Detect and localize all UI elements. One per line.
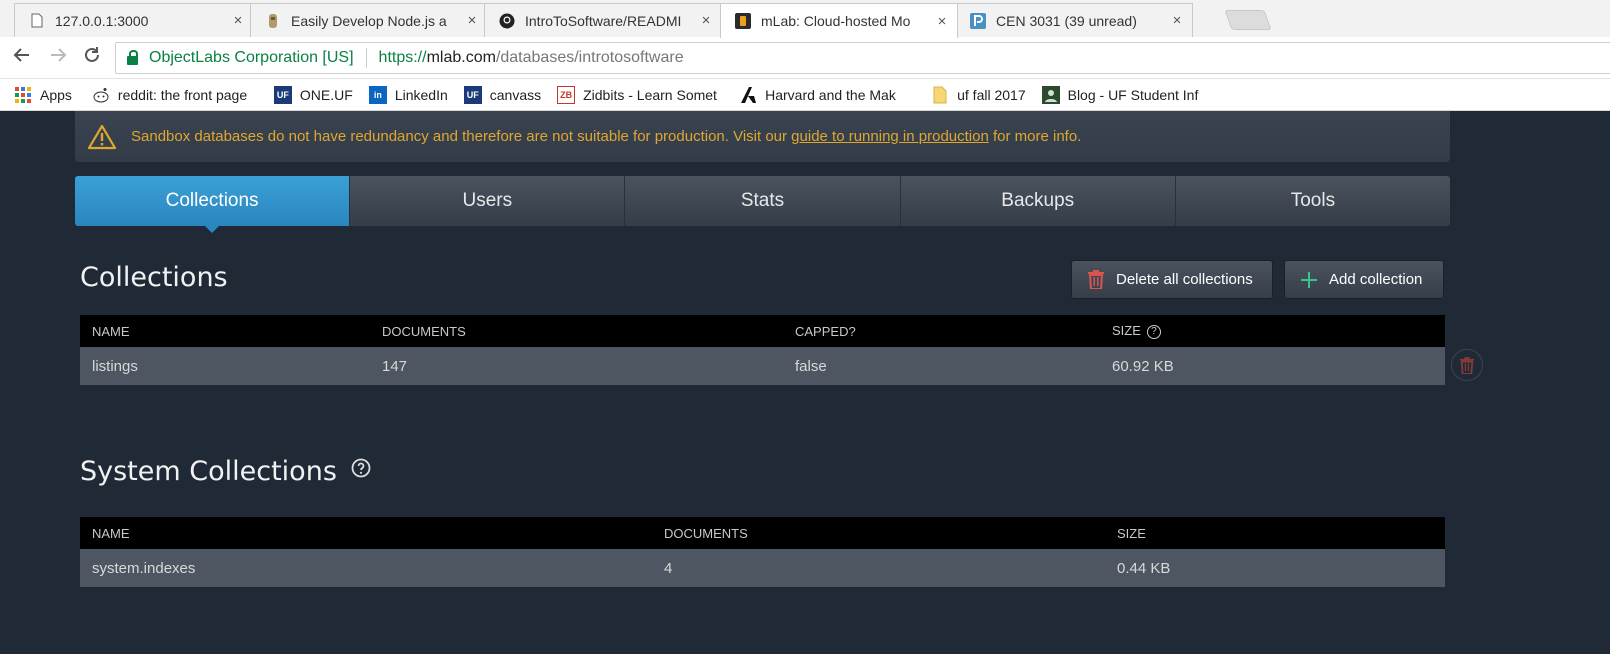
oneuf-icon: UF (273, 85, 292, 104)
system-collections-table: NAME DOCUMENTS SIZE system.indexes 4 0.4… (80, 517, 1445, 587)
production-guide-link[interactable]: guide to running in production (791, 128, 989, 145)
column-header-name[interactable]: NAME (80, 517, 652, 549)
forward-button[interactable] (46, 46, 70, 70)
url-path: /databases/introtosoftware (495, 49, 684, 66)
help-icon[interactable] (351, 458, 371, 478)
reload-button[interactable] (80, 46, 104, 70)
plus-icon (1301, 271, 1317, 288)
collections-table: NAME DOCUMENTS CAPPED? SIZE? listings 14… (80, 315, 1445, 385)
tab-stats[interactable]: Stats (624, 176, 899, 226)
collection-size: 0.44 KB (1117, 559, 1171, 577)
column-header-size[interactable]: SIZE? (1100, 315, 1445, 347)
trash-icon (1088, 270, 1104, 289)
close-icon[interactable]: × (223, 12, 253, 29)
back-arrow-icon (13, 48, 29, 62)
table-row[interactable]: system.indexes 4 0.44 KB (80, 549, 1445, 587)
url-scheme: https:// (378, 49, 427, 66)
close-icon[interactable]: × (1162, 12, 1192, 29)
reload-icon (85, 47, 99, 62)
collection-documents: 4 (664, 559, 673, 577)
system-collections-heading: System Collections (80, 456, 371, 487)
linkedin-icon: in (368, 85, 387, 104)
help-icon[interactable]: ? (1146, 325, 1161, 339)
bookmark-reddit[interactable]: reddit: the front page (92, 86, 258, 104)
zidbits-icon: ZB (557, 85, 576, 104)
add-collection-button[interactable]: Add collection (1284, 260, 1444, 299)
url-host: mlab.com (426, 49, 496, 66)
uf-icon: UF (463, 85, 482, 104)
browser-tab-localhost[interactable]: 127.0.0.1:3000 × (14, 3, 254, 37)
table-row[interactable]: listings 147 false 60.92 KB (80, 347, 1445, 385)
browser-tab-github[interactable]: IntroToSoftware/READMI × (484, 3, 722, 37)
browser-tab-mlab[interactable]: mLab: Cloud-hosted Mo × (720, 3, 958, 38)
warning-text: Sandbox databases do not have redundancy… (131, 128, 1082, 145)
tab-collections[interactable]: Collections (75, 176, 350, 233)
blog-icon (1041, 85, 1060, 104)
harvard-icon (739, 86, 757, 104)
bookmark-canvass[interactable]: UF canvass (463, 85, 541, 104)
delete-all-collections-button[interactable]: Delete all collections (1071, 260, 1273, 299)
system-collections-header-row: NAME DOCUMENTS SIZE (80, 517, 1445, 549)
address-separator (365, 48, 367, 68)
bookmarks-bar: Apps reddit: the front page UF ONE.UF in… (0, 79, 1610, 111)
collection-name[interactable]: system.indexes (80, 549, 652, 587)
bookmark-apps[interactable]: Apps (14, 86, 72, 104)
bookmark-harvard[interactable]: Harvard and the Mak (739, 86, 919, 104)
column-header-name[interactable]: NAME (80, 315, 370, 347)
tab-users[interactable]: Users (349, 176, 624, 226)
tab-backups[interactable]: Backups (899, 176, 1175, 226)
bookmark-uf-fall-2017[interactable]: uf fall 2017 (931, 86, 1026, 104)
collection-size: 60.92 KB (1112, 357, 1174, 375)
sandbox-warning-banner: Sandbox databases do not have redundancy… (75, 111, 1450, 162)
trash-icon (1460, 356, 1474, 374)
github-icon (499, 13, 515, 29)
collections-heading: Collections (80, 262, 228, 293)
back-button[interactable] (10, 46, 34, 70)
node-icon (265, 13, 281, 29)
warning-icon (87, 124, 117, 149)
new-tab-button[interactable] (1224, 10, 1272, 30)
collection-documents: 147 (382, 357, 408, 375)
browser-toolbar: ObjectLabs Corporation [US] https://mlab… (0, 37, 1610, 79)
apps-icon (14, 86, 32, 104)
collections-header-row: NAME DOCUMENTS CAPPED? SIZE? (80, 315, 1445, 347)
lock-icon (127, 50, 138, 65)
column-header-capped[interactable]: CAPPED? (783, 315, 1100, 347)
close-icon[interactable]: × (927, 13, 957, 30)
column-header-documents[interactable]: DOCUMENTS (652, 517, 1105, 549)
mlab-icon (735, 13, 751, 29)
reddit-icon (92, 86, 110, 104)
close-icon[interactable]: × (691, 12, 721, 29)
bookmark-blog[interactable]: Blog - UF Student Inf (1041, 85, 1214, 104)
browser-tab-piazza[interactable]: CEN 3031 (39 unread) × (955, 3, 1193, 37)
database-tabs: Collections Users Stats Backups Tools (75, 176, 1450, 233)
column-header-documents[interactable]: DOCUMENTS (370, 315, 783, 347)
forward-arrow-icon (51, 48, 67, 62)
collection-capped: false (795, 357, 827, 375)
bookmark-oneuf[interactable]: UF ONE.UF (273, 85, 353, 104)
browser-tab-node[interactable]: Easily Develop Node.js a × (250, 3, 488, 37)
collection-name[interactable]: listings (80, 347, 370, 385)
bookmark-linkedin[interactable]: in LinkedIn (368, 85, 448, 104)
column-header-size[interactable]: SIZE (1105, 517, 1445, 549)
bookmark-zidbits[interactable]: ZB Zidbits - Learn Somet (557, 85, 727, 104)
piazza-icon (970, 12, 986, 29)
folder-icon (931, 86, 949, 104)
close-icon[interactable]: × (457, 12, 487, 29)
tab-tools[interactable]: Tools (1174, 176, 1450, 226)
delete-collection-button[interactable] (1451, 349, 1483, 381)
address-bar[interactable]: ObjectLabs Corporation [US] https://mlab… (115, 42, 1610, 74)
page-icon (29, 13, 45, 29)
ev-certificate-label[interactable]: ObjectLabs Corporation [US] (149, 49, 354, 67)
browser-tabstrip: 127.0.0.1:3000 × Easily Develop Node.js … (0, 0, 1610, 38)
